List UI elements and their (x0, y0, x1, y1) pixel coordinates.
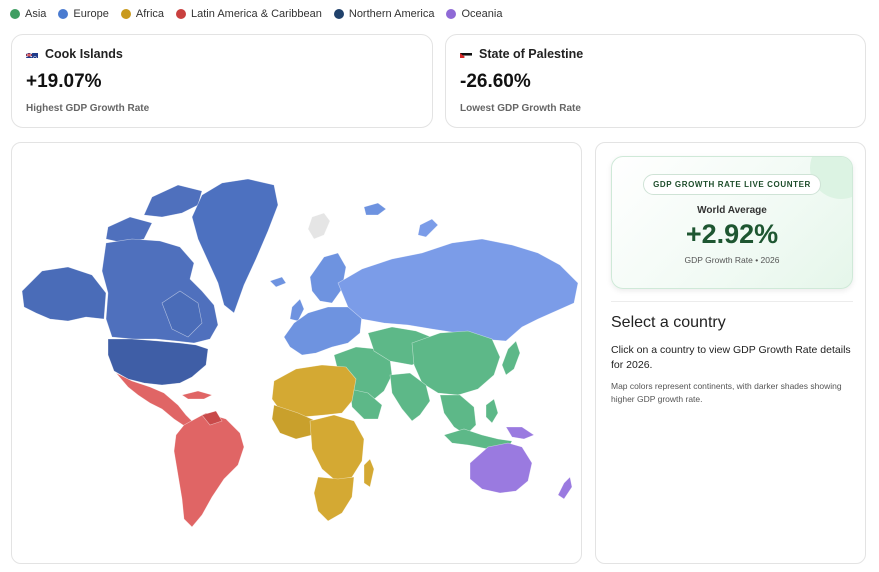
highest-growth-value: +19.07% (26, 71, 102, 92)
country-details-panel: GDP GROWTH RATE LIVE COUNTER World Avera… (595, 142, 866, 564)
map-region-canada-arctic[interactable] (143, 184, 203, 218)
select-country-description: Click on a country to view GDP Growth Ra… (611, 344, 851, 371)
map-region-southern-africa[interactable] (313, 476, 355, 522)
map-region-australia[interactable] (469, 442, 533, 494)
legend-label: Africa (135, 8, 165, 20)
legend-dot-europe (58, 9, 69, 19)
highest-growth-card[interactable]: Cook Islands +19.07% Highest GDP Growth … (11, 34, 433, 128)
lowest-growth-card[interactable]: State of Palestine -26.60% Lowest GDP Gr… (445, 34, 866, 128)
map-region-svalbard[interactable] (363, 202, 387, 216)
live-counter-badge: GDP GROWTH RATE LIVE COUNTER (643, 174, 821, 195)
map-region-greenland[interactable] (191, 178, 279, 314)
legend-item-oceania[interactable]: Oceania (446, 8, 502, 20)
highest-growth-label: Highest GDP Growth Rate (26, 103, 150, 114)
highest-growth-header: Cook Islands (26, 47, 418, 61)
map-region-alaska[interactable] (21, 266, 107, 322)
map-region-new-guinea[interactable] (505, 426, 535, 440)
legend-dot-northern-america (333, 9, 344, 19)
legend-item-northern-america[interactable]: Northern America (333, 8, 435, 20)
map-color-note: Map colors represent continents, with da… (611, 381, 842, 404)
map-region-madagascar[interactable] (363, 458, 375, 488)
legend-label: Asia (25, 8, 47, 20)
map-region-new-zealand[interactable] (557, 476, 573, 500)
cook-islands-flag-icon (26, 50, 38, 58)
legend-dot-asia (10, 9, 20, 19)
world-average-value: +2.92% (685, 219, 779, 249)
map-region-canada-arctic-west[interactable] (105, 216, 153, 244)
legend-dot-latin-america (176, 9, 187, 19)
map-region-iceland[interactable] (269, 276, 287, 288)
legend-item-asia[interactable]: Asia (10, 8, 46, 20)
map-region-caribbean[interactable] (181, 390, 213, 400)
map-region-novaya-zemlya[interactable] (417, 218, 439, 238)
lowest-growth-label: Lowest GDP Growth Rate (460, 103, 581, 114)
legend-item-africa[interactable]: Africa (120, 8, 165, 20)
legend-label: Latin America & Caribbean (191, 8, 322, 20)
continent-legend: Asia Europe Africa Latin America & Carib… (10, 8, 502, 20)
map-region-japan[interactable] (501, 340, 521, 376)
map-region-south-america[interactable] (173, 412, 245, 528)
legend-dot-africa (120, 9, 131, 19)
legend-label: Europe (73, 8, 109, 20)
lowest-growth-value: -26.60% (460, 71, 531, 92)
lowest-country-name: State of Palestine (479, 47, 584, 61)
legend-label: Oceania (461, 8, 503, 20)
legend-item-europe[interactable]: Europe (58, 8, 109, 20)
palestine-flag-icon (460, 50, 472, 58)
map-region-southeast-asia[interactable] (439, 394, 477, 436)
legend-label: Northern America (348, 8, 435, 20)
map-region-russia[interactable] (337, 238, 579, 342)
select-country-title: Select a country (611, 314, 726, 331)
map-region-central-africa[interactable] (309, 414, 365, 482)
map-region-scandinavia[interactable] (309, 252, 347, 304)
lowest-growth-header: State of Palestine (460, 47, 851, 61)
legend-item-latin-america[interactable]: Latin America & Caribbean (176, 8, 322, 20)
map-region-canada[interactable] (101, 238, 219, 344)
live-counter-card: GDP GROWTH RATE LIVE COUNTER World Avera… (611, 156, 853, 289)
world-average-title: World Average (697, 205, 767, 216)
world-map (21, 178, 579, 528)
highest-country-name: Cook Islands (45, 47, 123, 61)
legend-dot-oceania (446, 9, 457, 19)
map-region-philippines[interactable] (485, 398, 499, 424)
world-average-subtitle: GDP Growth Rate • 2026 (684, 255, 780, 265)
map-region-arctic-ice (307, 212, 331, 240)
panel-divider (611, 301, 853, 302)
world-map-panel (11, 142, 582, 564)
